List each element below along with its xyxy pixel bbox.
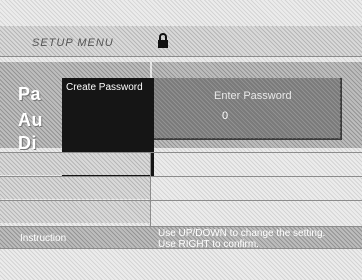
empty-row-label [0, 153, 150, 175]
menu-item-display[interactable]: Di [18, 133, 37, 154]
enter-password-prompt: Enter Password [214, 90, 292, 102]
setup-screen: { "header": { "title": "SETUP MENU", "ic… [0, 0, 362, 280]
create-password-label: Create Password [66, 82, 143, 93]
empty-row-label [0, 177, 150, 199]
instruction-divider [0, 226, 362, 227]
menu-item-audio[interactable]: Au [18, 110, 43, 131]
password-entry-area[interactable] [154, 78, 340, 138]
bottom-divider [0, 248, 362, 249]
page-title: SETUP MENU [32, 37, 114, 49]
menu-item-password[interactable]: Pa [18, 84, 41, 105]
instruction-label: Instruction [20, 233, 67, 244]
header-divider [0, 56, 362, 57]
empty-row-label [0, 201, 150, 223]
lock-icon [156, 33, 170, 54]
password-input[interactable]: 0 [222, 110, 228, 122]
instruction-line-1: Use UP/DOWN to change the setting. [158, 228, 326, 239]
